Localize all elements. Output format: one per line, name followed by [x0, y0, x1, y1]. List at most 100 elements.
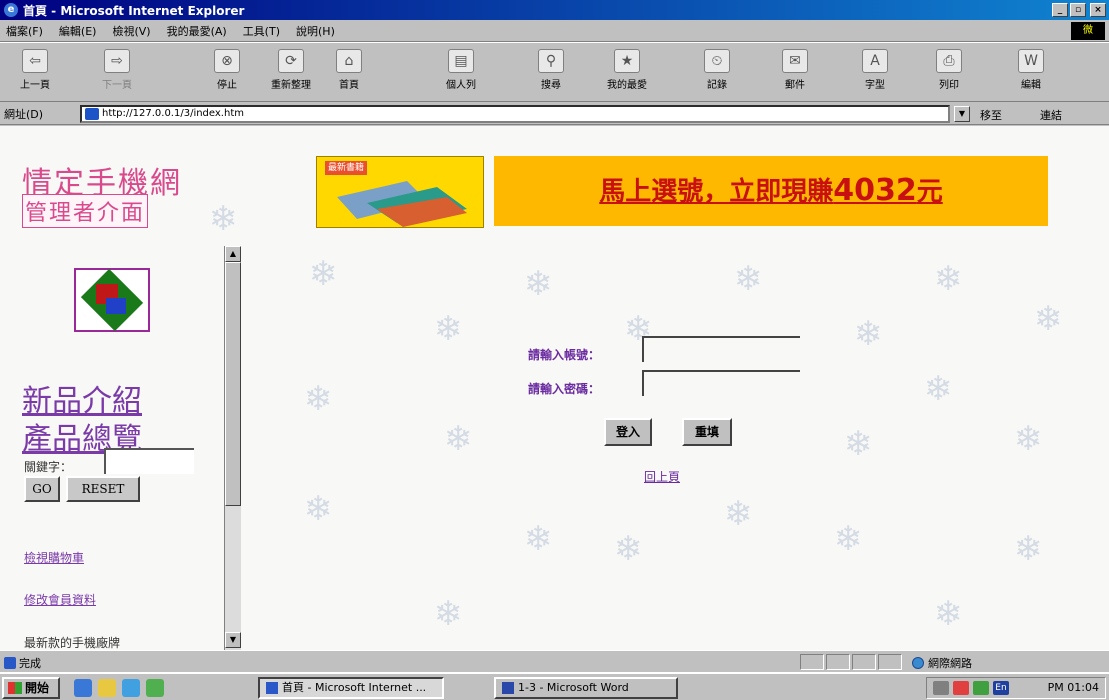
snowflake-icon: ❄: [303, 489, 333, 529]
mail-button[interactable]: ✉ 郵件: [766, 49, 824, 97]
status-bar: 完成 網際網路: [0, 650, 1109, 672]
outlook-quicklaunch-icon[interactable]: [98, 679, 116, 697]
menu-file[interactable]: 檔案(F): [6, 23, 43, 39]
reset-search-button[interactable]: RESET: [66, 476, 140, 502]
edit-member-link[interactable]: 修改會員資料: [24, 591, 96, 608]
scroll-up-icon[interactable]: ▲: [225, 246, 241, 262]
forward-button[interactable]: ⇨ 下一頁: [88, 49, 146, 97]
promo-banner[interactable]: 馬上選號，立即現賺4032元: [494, 156, 1048, 226]
clock: PM 01:04: [1047, 681, 1099, 694]
history-button[interactable]: ⏲ 記錄: [688, 49, 746, 97]
menu-help[interactable]: 說明(H): [296, 23, 335, 39]
volume-tray-icon[interactable]: [953, 681, 969, 695]
snowflake-icon: ❄: [613, 529, 643, 569]
status-panel: [800, 654, 824, 670]
snowflake-icon: ❄: [208, 199, 238, 239]
account-input[interactable]: [642, 336, 800, 362]
snowflake-icon: ❄: [523, 264, 553, 304]
snowflake-icon: ❄: [733, 259, 763, 299]
scroll-down-icon[interactable]: ▼: [225, 632, 241, 648]
personal-bar-button[interactable]: ▤ 個人列: [432, 49, 490, 97]
edit-button[interactable]: W 編輯: [1002, 49, 1060, 97]
address-dropdown-icon[interactable]: ▼: [954, 106, 970, 122]
sidebar-frame: 新品介紹 產品總覽 關鍵字： GO RESET 檢視購物車 修改會員資料 最新款…: [0, 246, 246, 650]
maximize-button[interactable]: ▫: [1070, 3, 1086, 17]
snowflake-icon: ❄: [1033, 299, 1063, 339]
snowflake-icon: ❄: [723, 494, 753, 534]
address-input[interactable]: http://127.0.0.1/3/index.htm: [80, 105, 950, 123]
snowflake-icon: ❄: [1013, 419, 1043, 459]
sidebar-scrollbar[interactable]: ▲ ▼: [224, 246, 241, 650]
back-button[interactable]: ⇦ 上一頁: [6, 49, 64, 97]
links-button[interactable]: 連結: [1040, 107, 1062, 123]
tray-app-icon[interactable]: [973, 681, 989, 695]
channels-quicklaunch-icon[interactable]: [146, 679, 164, 697]
home-button[interactable]: ⌂ 首頁: [320, 49, 378, 97]
taskbar: 開始 首頁 - Microsoft Internet ... 1-3 - Mic…: [0, 672, 1109, 700]
mail-icon: ✉: [782, 49, 808, 73]
go-button[interactable]: 移至: [980, 107, 1002, 123]
clear-button[interactable]: 重填: [682, 418, 732, 446]
windows-logo-icon: 微: [1071, 22, 1105, 40]
word-task-icon: [502, 682, 514, 694]
password-input[interactable]: [642, 370, 800, 396]
ie-quicklaunch-icon[interactable]: [74, 679, 92, 697]
minimize-button[interactable]: _: [1052, 3, 1068, 17]
login-button[interactable]: 登入: [604, 418, 652, 446]
snowflake-icon: ❄: [833, 519, 863, 559]
book-banner-label: 最新書籍: [325, 161, 367, 175]
task-word[interactable]: 1-3 - Microsoft Word: [494, 677, 678, 699]
snowflake-icon: ❄: [853, 314, 883, 354]
status-panel: [852, 654, 876, 670]
start-button[interactable]: 開始: [2, 677, 60, 699]
admin-title: 管理者介面: [22, 194, 149, 228]
globe-icon: [912, 657, 924, 669]
snowflake-icon: ❄: [923, 369, 953, 409]
toolbar: ⇦ 上一頁 ⇨ 下一頁 ⊗ 停止 ⟳ 重新整理 ⌂ 首頁 ▤ 個人列 ⚲ 搜尋 ★ 我的最愛 ⏲…: [0, 42, 1109, 102]
favorites-button[interactable]: ★ 我的最愛: [598, 49, 656, 97]
menu-view[interactable]: 檢視(V): [112, 23, 150, 39]
page-content: ❄ ❄ ❄ ❄ ❄ ❄ ❄ ❄ ❄ ❄ ❄ ❄ ❄ ❄ ❄ ❄ ❄ ❄ ❄ ❄ …: [0, 126, 1109, 650]
address-bar: 網址(D) http://127.0.0.1/3/index.htm ▼ 移至 …: [0, 103, 1109, 125]
font-button[interactable]: A 字型: [846, 49, 904, 97]
snowflake-icon: ❄: [933, 259, 963, 299]
snowflake-icon: ❄: [523, 519, 553, 559]
go-search-button[interactable]: GO: [24, 476, 60, 502]
menu-edit[interactable]: 編輯(E): [59, 23, 97, 39]
network-tray-icon[interactable]: [933, 681, 949, 695]
search-button[interactable]: ⚲ 搜尋: [522, 49, 580, 97]
back-arrow-icon: ⇦: [22, 49, 48, 73]
scroll-thumb[interactable]: [225, 262, 241, 506]
print-button[interactable]: ⎙ 列印: [920, 49, 978, 97]
snowflake-icon: ❄: [933, 594, 963, 634]
print-icon: ⎙: [936, 49, 962, 73]
menu-tools[interactable]: 工具(T): [243, 23, 280, 39]
book-banner[interactable]: 最新書籍: [316, 156, 484, 228]
favorites-icon: ★: [614, 49, 640, 73]
menu-bar: 檔案(F) 編輯(E) 檢視(V) 我的最愛(A) 工具(T) 說明(H): [0, 20, 1109, 42]
snowflake-icon: ❄: [303, 379, 333, 419]
keyword-input[interactable]: [104, 448, 194, 474]
ime-icon[interactable]: En: [993, 681, 1009, 695]
view-cart-link[interactable]: 檢視購物車: [24, 549, 84, 566]
snowflake-icon: ❄: [843, 424, 873, 464]
status-panel: [878, 654, 902, 670]
desktop-quicklaunch-icon[interactable]: [122, 679, 140, 697]
snowflake-icon: ❄: [308, 254, 338, 294]
close-button[interactable]: ×: [1090, 3, 1106, 17]
task-ie[interactable]: 首頁 - Microsoft Internet ...: [258, 677, 444, 699]
snowflake-icon: ❄: [433, 309, 463, 349]
address-label: 網址(D): [4, 107, 44, 121]
refresh-button[interactable]: ⟳ 重新整理: [262, 49, 320, 97]
site-logo[interactable]: [74, 268, 150, 332]
menu-favorites[interactable]: 我的最愛(A): [167, 23, 227, 39]
internet-zone: 網際網路: [912, 655, 972, 671]
forward-arrow-icon: ⇨: [104, 49, 130, 73]
snowflake-icon: ❄: [433, 594, 463, 634]
back-link[interactable]: 回上頁: [644, 468, 680, 485]
font-icon: A: [862, 49, 888, 73]
stop-button[interactable]: ⊗ 停止: [198, 49, 256, 97]
keyword-label: 關鍵字：: [24, 460, 73, 474]
stop-icon: ⊗: [214, 49, 240, 73]
password-label: 請輸入密碼：: [528, 382, 601, 396]
